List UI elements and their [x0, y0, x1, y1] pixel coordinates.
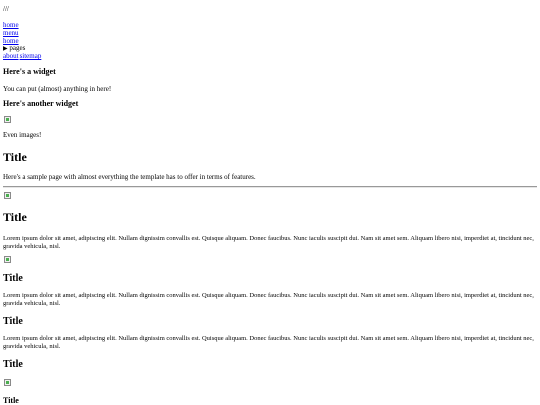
section-text-2: Lorem ipsum dolor sit amet, adipiscing e… — [3, 292, 534, 307]
widget-title: Here's a widget — [3, 67, 56, 76]
nav-link-sitemap[interactable]: sitemap — [20, 52, 42, 60]
section-title-2: Title — [3, 273, 23, 284]
top-text: /// — [3, 5, 9, 13]
section-text-3: Lorem ipsum dolor sit amet, adipiscing e… — [3, 335, 534, 350]
widget-title-2: Here's another widget — [3, 99, 79, 108]
section-title: Title — [3, 210, 27, 224]
section-title-3: Title — [3, 316, 23, 327]
section-image-icon-2 — [4, 256, 11, 263]
page: /// home menu home ▶ pages aboutsitemap … — [0, 0, 540, 405]
section-title-5: Title — [3, 396, 19, 405]
page-title: Title — [3, 150, 27, 164]
section-image-icon — [4, 192, 11, 199]
widget-image-icon — [4, 116, 11, 123]
nav-pages-label: pages — [9, 44, 26, 52]
section-image-icon-3 — [4, 379, 11, 386]
intro-text: Here's a sample page with almost everyth… — [3, 173, 256, 181]
nav-link-about[interactable]: about — [3, 52, 19, 60]
divider — [3, 186, 537, 188]
nav-link-menu[interactable]: menu — [3, 29, 19, 37]
nav-link-home[interactable]: home — [3, 21, 19, 29]
widget-text: You can put (almost) anything in here! — [3, 85, 112, 93]
nav-bottom-links: aboutsitemap — [3, 52, 41, 60]
section-text: Lorem ipsum dolor sit amet, adipiscing e… — [3, 235, 534, 250]
widget-text-2: Even images! — [3, 131, 42, 139]
section-title-4: Title — [3, 359, 23, 370]
